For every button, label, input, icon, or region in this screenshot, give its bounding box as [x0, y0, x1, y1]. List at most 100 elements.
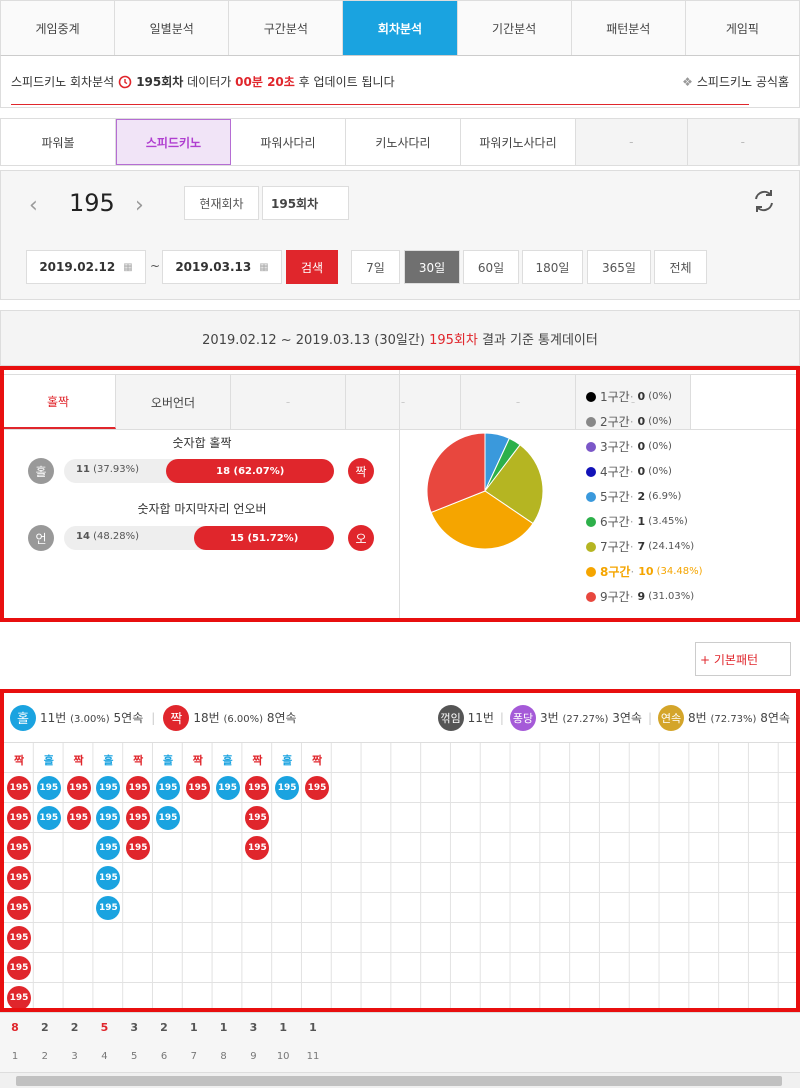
even-ball: 195 [126, 776, 151, 800]
refresh-icon[interactable] [751, 188, 777, 217]
legend-item: 2구간 · 0 (0%) [586, 409, 703, 434]
round-number: 195 [69, 189, 115, 217]
legend-count: 2 [637, 490, 646, 503]
next-round-icon[interactable]: › [135, 193, 144, 218]
nav-game-broadcast[interactable]: 게임중계 [1, 1, 116, 55]
column-index: 1 [11, 1051, 19, 1062]
column-count: 1 [189, 1021, 198, 1034]
nav-period-analysis[interactable]: 기간분석 [457, 1, 572, 55]
nav-daily-analysis[interactable]: 일별분석 [115, 1, 230, 55]
legend-label: 3구간 [600, 440, 630, 454]
legend-percent: (3.45%) [648, 516, 688, 527]
legend-dot [586, 466, 596, 477]
date-to-value: 2019.03.13 [175, 260, 252, 274]
column-count: 2 [70, 1021, 79, 1034]
grid-column-header: 짝 [133, 754, 144, 767]
odd-ball: 195 [275, 776, 300, 800]
basic-pattern-button[interactable]: + 기본패턴 [695, 642, 791, 676]
oddeven-track: 11 (37.93%) 18 (62.07%) [64, 459, 334, 483]
stats-summary: 2019.02.12 ~ 2019.03.13 (30일간) 195회차 결과 … [0, 310, 800, 366]
legend-count: 1 [637, 515, 646, 528]
scrollbar-thumb[interactable] [16, 1076, 782, 1086]
legend-separator: · [629, 439, 634, 454]
column-index: 5 [131, 1051, 138, 1062]
subnav-power-ladder[interactable]: 파워사다리 [231, 119, 346, 165]
ratio-panel: 숫자합 홀짝 홀 11 (37.93%) 18 (62.07%) 짝 숫자합 마… [4, 370, 400, 618]
underover-title: 숫자합 마지막자리 언오버 [137, 502, 267, 516]
odd-badge: 홀 [28, 458, 54, 484]
info-prefix: 스피드키노 회차분석 [11, 75, 115, 89]
subnav-keno-ladder[interactable]: 키노사다리 [346, 119, 461, 165]
odd-ball: 195 [36, 776, 61, 800]
divider: | [647, 710, 652, 725]
column-index: 4 [101, 1051, 108, 1062]
under-badge: 언 [28, 525, 54, 551]
divider: | [151, 710, 156, 725]
prev-round-icon[interactable]: ‹ [29, 193, 38, 218]
legend-item: 5구간 · 2 (6.9%) [586, 484, 703, 509]
period-180d-button[interactable]: 180일 [522, 250, 583, 284]
info-suffix: 후 업데이트 됩니다 [298, 75, 395, 89]
even-ball: 195 [245, 776, 270, 800]
summary-round: 195회차 [429, 332, 478, 348]
legend-percent: (31.03%) [648, 591, 695, 602]
horizontal-scrollbar[interactable] [0, 1072, 800, 1088]
subnav-empty-2: - [687, 119, 799, 165]
summary-suffix: 결과 기준 통계데이터 [481, 332, 598, 348]
date-from-input[interactable]: 2019.02.12 ▦ [26, 250, 146, 284]
info-round: 195회차 [136, 75, 184, 89]
official-home-link[interactable]: ❖ 스피드키노 공식홈 [682, 73, 789, 90]
legend-separator: · [629, 514, 634, 529]
legend-label: 2구간 [600, 415, 630, 429]
column-index: 9 [250, 1051, 257, 1062]
legend-count: 10 [638, 565, 654, 578]
subnav-speedkeno[interactable]: 스피드키노 [116, 119, 231, 165]
even-ball: 195 [7, 866, 31, 890]
nav-pattern-analysis[interactable]: 패턴분석 [571, 1, 686, 55]
period-30d-button[interactable]: 30일 [404, 250, 460, 284]
legend-item: 8구간 · 10 (34.48%) [586, 559, 703, 584]
legend-percent: (6.9%) [648, 491, 682, 502]
odd-ball: 195 [36, 806, 61, 830]
date-to-input[interactable]: 2019.03.13 ▦ [162, 250, 282, 284]
summary-range: 2019.02.12 ~ 2019.03.13 (30일간) [202, 332, 425, 348]
main-nav: 게임중계 일별분석 구간분석 회차분석 기간분석 패턴분석 게임픽 [0, 0, 800, 56]
legend-separator: · [629, 464, 634, 479]
pattern-grid: 짝 195 195 195 195 195 195 195 195 홀 195 195 짝 195 195 홀… [4, 743, 796, 1008]
grid-column-header: 홀 [43, 754, 54, 767]
round-input[interactable]: 195회차 [262, 186, 349, 220]
legend-separator: · [630, 564, 635, 579]
column-index: 6 [160, 1051, 168, 1062]
legend-item: 1구간 · 0 (0%) [586, 384, 703, 409]
section-chart-panel: 1구간 · 0 (0%) 2구간 · 0 (0%) 3구간 · 0 (0%) 4구간 · 0… [400, 370, 796, 618]
nav-section-analysis[interactable]: 구간분석 [229, 1, 344, 55]
column-index: 11 [306, 1051, 320, 1062]
odd-ball: 195 [96, 806, 121, 830]
info-countdown: 00분 20초 [235, 75, 295, 89]
period-all-button[interactable]: 전체 [654, 250, 707, 284]
pattern-stats: 홀 11번 (3.00%) 5연속 | 짝 18번 (6.00%) 8연속 꺾임… [4, 693, 796, 743]
date-from-value: 2019.02.12 [39, 260, 116, 274]
even-ball: 195 [7, 926, 31, 950]
even-ball: 195 [66, 806, 91, 830]
search-button[interactable]: 검색 [286, 250, 338, 284]
calendar-icon: ▦ [259, 261, 269, 273]
even-ball: 195 [185, 776, 210, 800]
legend-dot [586, 491, 596, 502]
column-index: 2 [41, 1051, 48, 1062]
legend-separator: · [629, 414, 634, 429]
grid-column-header: 짝 [311, 754, 323, 767]
legend-percent: (34.48%) [656, 566, 703, 577]
legend-separator: · [629, 389, 634, 404]
odd-ball: 195 [215, 776, 240, 800]
legend-label: 9구간 [600, 590, 630, 604]
subnav-powerkeno-ladder[interactable]: 파워키노사다리 [461, 119, 576, 165]
nav-game-pick[interactable]: 게임픽 [685, 1, 799, 55]
current-round-button[interactable]: 현재회차 [184, 186, 259, 220]
period-60d-button[interactable]: 60일 [463, 250, 519, 284]
subnav-powerball[interactable]: 파워볼 [1, 119, 116, 165]
period-365d-button[interactable]: 365일 [587, 250, 651, 284]
period-7d-button[interactable]: 7일 [351, 250, 400, 284]
nav-round-analysis[interactable]: 회차분석 [343, 1, 458, 55]
grid-column-header: 홀 [222, 754, 233, 767]
